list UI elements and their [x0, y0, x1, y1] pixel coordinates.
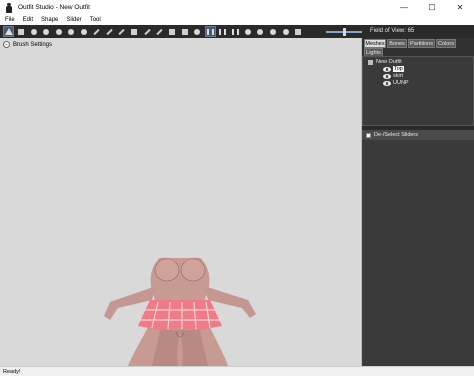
eye-icon[interactable]: [383, 73, 391, 79]
tree-item-label: Top: [393, 66, 404, 72]
select-sliders-checkbox[interactable]: [366, 132, 371, 138]
tree-item-label: skirt: [393, 73, 404, 79]
mask-brush-button[interactable]: [17, 27, 26, 36]
tree-item-uunp[interactable]: UUNP: [383, 80, 409, 86]
weight-brush-button[interactable]: [92, 27, 101, 36]
view-back-button[interactable]: [256, 27, 265, 36]
fov-slider-thumb[interactable]: [343, 28, 346, 36]
tree-root[interactable]: New Outfit: [368, 59, 402, 65]
sliders-header-label: De-/Select Sliders: [374, 132, 419, 138]
tab-colors[interactable]: Colors: [436, 39, 456, 48]
menu-file[interactable]: File: [0, 17, 19, 23]
tab-meshes[interactable]: Meshes: [364, 39, 386, 48]
menu-shape[interactable]: Shape: [37, 17, 62, 23]
deflate-brush-button[interactable]: [42, 27, 51, 36]
3d-viewport[interactable]: [0, 38, 362, 366]
smooth-brush-button[interactable]: [67, 27, 76, 36]
minimize-button[interactable]: —: [390, 0, 418, 15]
color-brush-button[interactable]: [105, 27, 114, 36]
menu-edit[interactable]: Edit: [19, 17, 37, 23]
tab-partitions[interactable]: Partitions: [408, 39, 435, 48]
status-bar: Ready!: [0, 366, 474, 376]
mesh-tree[interactable]: New Outfit Top skirt UUNP: [362, 56, 474, 126]
tab-bones[interactable]: Bones: [387, 39, 407, 48]
tree-item-top[interactable]: Top: [383, 66, 404, 72]
expander-icon[interactable]: [368, 59, 373, 65]
move-tool-button[interactable]: [168, 27, 177, 36]
sliders-header[interactable]: De-/Select Sliders: [362, 130, 474, 140]
status-text: Ready!: [3, 368, 21, 375]
view-right-button[interactable]: [281, 27, 290, 36]
view-front-button[interactable]: [243, 27, 252, 36]
scale-tool-button[interactable]: [180, 27, 189, 36]
collapse-vertex-button[interactable]: [130, 27, 139, 36]
brush-settings-toggle[interactable]: ⌄ Brush Settings: [3, 41, 52, 48]
menu-bar: File Edit Shape Slider Tool: [0, 15, 474, 25]
tree-item-skirt[interactable]: skirt: [383, 73, 403, 79]
window-title: Outfit Studio - New Outfit: [18, 4, 90, 11]
select-tool-button[interactable]: [3, 26, 14, 37]
brush-settings-label: Brush Settings: [13, 41, 53, 48]
global-brush-button[interactable]: [231, 27, 240, 36]
alpha-brush-button[interactable]: [117, 27, 126, 36]
chevron-down-icon: ⌄: [3, 41, 10, 48]
menu-slider[interactable]: Slider: [62, 17, 85, 23]
character-model: [104, 257, 256, 366]
move-brush-button[interactable]: [54, 27, 63, 36]
flip-edge-button[interactable]: [143, 27, 152, 36]
inflate-brush-button[interactable]: [29, 27, 38, 36]
fov-label: Field of View: 65: [370, 28, 415, 34]
split-edge-button[interactable]: [155, 27, 164, 36]
view-left-button[interactable]: [268, 27, 277, 36]
x-mirror-button[interactable]: [204, 26, 216, 37]
close-button[interactable]: ✕: [446, 0, 474, 15]
undiff-brush-button[interactable]: [80, 27, 89, 36]
toggle-perspective-button[interactable]: [294, 27, 303, 36]
eye-icon[interactable]: [383, 80, 391, 86]
connected-only-button[interactable]: [218, 27, 227, 36]
title-bar: Outfit Studio - New Outfit — ☐ ✕: [0, 0, 474, 15]
panel-tabs: Meshes Bones Partitions Colors Lights: [362, 38, 474, 57]
app-icon: [5, 2, 13, 13]
tree-root-label: New Outfit: [376, 59, 402, 65]
tree-item-label: UUNP: [393, 80, 409, 86]
maximize-button[interactable]: ☐: [418, 0, 446, 15]
menu-tool[interactable]: Tool: [86, 17, 105, 23]
eye-icon[interactable]: [383, 66, 391, 72]
rotate-tool-button[interactable]: [193, 27, 202, 36]
